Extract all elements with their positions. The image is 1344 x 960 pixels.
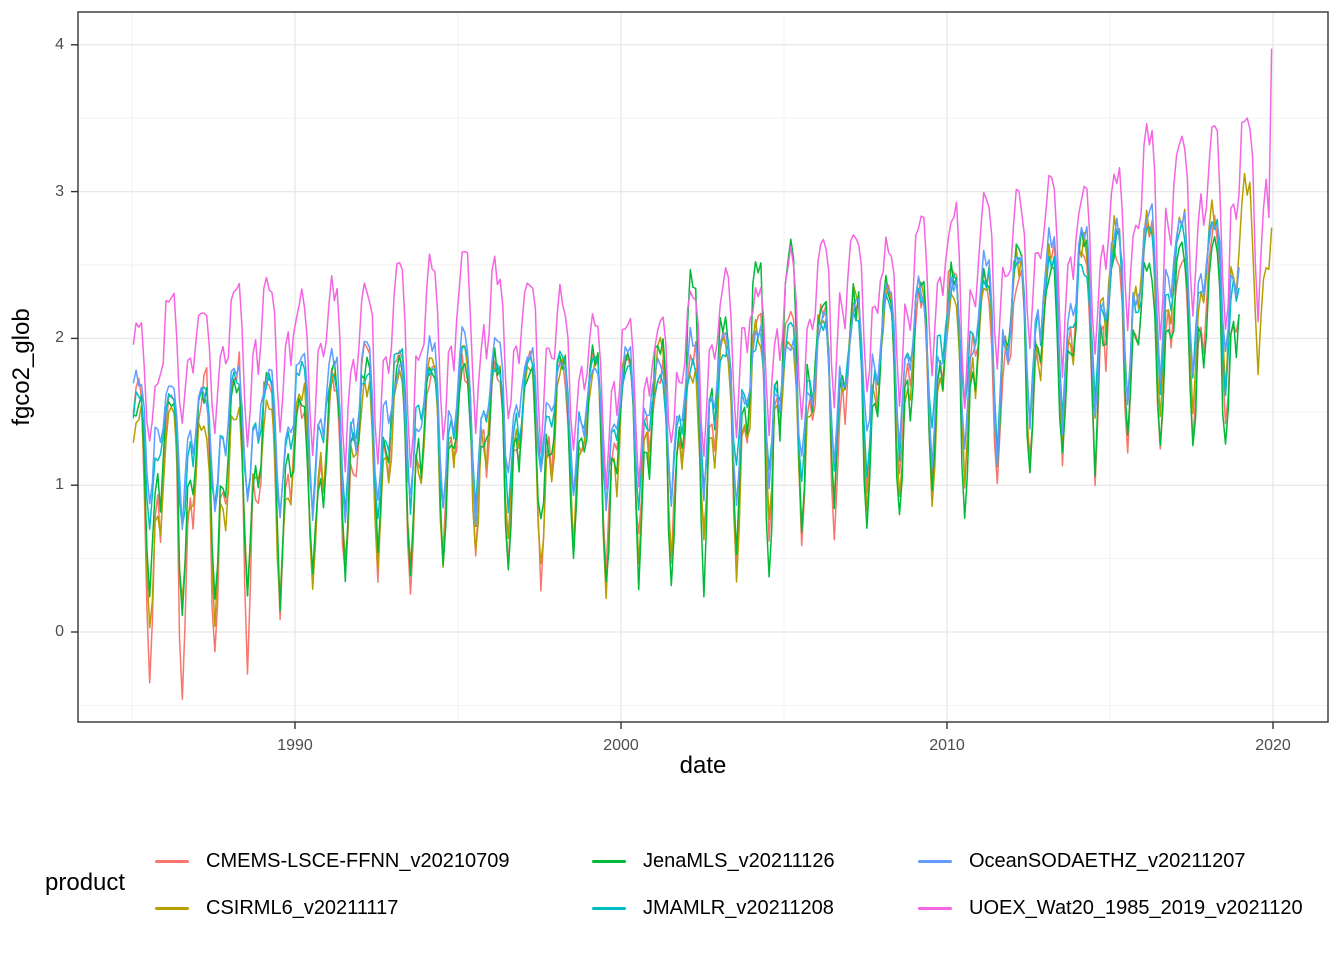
legend-title: product <box>45 868 125 898</box>
y-tick-label: 4 <box>24 34 64 56</box>
legend: product CMEMS-LSCE-FFNN_v20210709 CSIRML… <box>0 838 1344 938</box>
legend-item-label: JenaMLS_v20211126 <box>643 850 835 873</box>
legend-item-label: UOEX_Wat20_1985_2019_v2021120 <box>969 897 1303 920</box>
legend-item: UOEX_Wat20_1985_2019_v2021120 <box>918 885 1344 932</box>
x-axis-title: date <box>553 752 853 780</box>
y-axis-title: fgco2_glob <box>8 308 36 425</box>
legend-key-line-icon <box>155 860 189 863</box>
legend-key-line-icon <box>592 907 626 910</box>
legend-item: OceanSODAETHZ_v20211207 <box>918 838 1344 885</box>
y-tick-label: 1 <box>24 474 64 496</box>
plot-area <box>0 0 1344 800</box>
legend-item: JMAMLR_v20211208 <box>592 885 912 932</box>
y-tick-label: 0 <box>24 621 64 643</box>
x-tick-label: 2020 <box>1241 736 1305 756</box>
legend-item: JenaMLS_v20211126 <box>592 838 912 885</box>
y-tick-label: 3 <box>24 181 64 203</box>
legend-item: CSIRML6_v20211117 <box>155 885 585 932</box>
legend-item-label: JMAMLR_v20211208 <box>643 897 834 920</box>
legend-key-line-icon <box>918 907 952 910</box>
legend-item-label: OceanSODAETHZ_v20211207 <box>969 850 1245 873</box>
figure: 01234 1990200020102020 date fgco2_glob p… <box>0 0 1344 960</box>
legend-item-label: CMEMS-LSCE-FFNN_v20210709 <box>206 850 509 873</box>
legend-item: CMEMS-LSCE-FFNN_v20210709 <box>155 838 585 885</box>
legend-column-1: CMEMS-LSCE-FFNN_v20210709 CSIRML6_v20211… <box>155 838 585 932</box>
legend-key-line-icon <box>592 860 626 863</box>
legend-key-line-icon <box>155 907 189 910</box>
legend-item-label: CSIRML6_v20211117 <box>206 897 398 920</box>
x-tick-label: 1990 <box>263 736 327 756</box>
legend-column-3: OceanSODAETHZ_v20211207 UOEX_Wat20_1985_… <box>918 838 1344 932</box>
legend-key-line-icon <box>918 860 952 863</box>
legend-column-2: JenaMLS_v20211126 JMAMLR_v20211208 <box>592 838 912 932</box>
x-tick-label: 2010 <box>915 736 979 756</box>
